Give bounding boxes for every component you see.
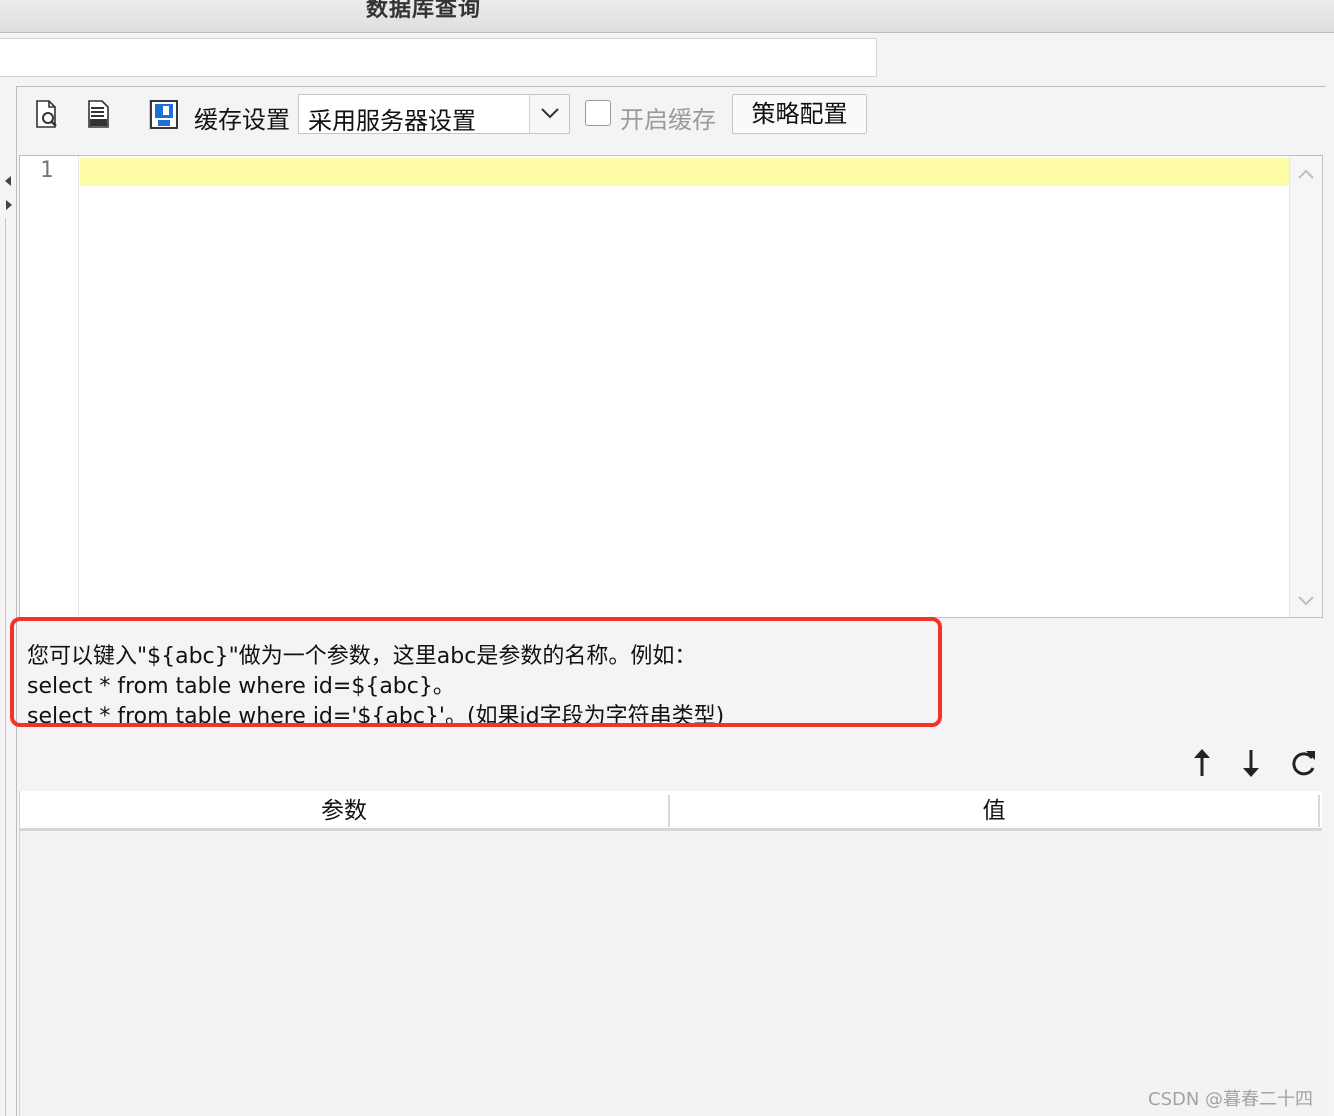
refresh-icon[interactable]: [1288, 746, 1318, 780]
expand-right-arrow-icon[interactable]: [6, 200, 12, 210]
strategy-config-button[interactable]: 策略配置: [732, 94, 867, 134]
watermark-text: CSDN @暮春二十四: [1148, 1089, 1314, 1110]
preview-icon[interactable]: [33, 98, 61, 130]
cache-settings-icon: [150, 100, 178, 129]
title-bar: 数据库查询: [0, 0, 1334, 33]
editor-vertical-scrollbar[interactable]: [1289, 156, 1322, 617]
enable-cache-checkbox[interactable]: [585, 100, 611, 126]
query-toolbar: 缓存设置 采用服务器设置 开启缓存 策略配置: [17, 90, 1317, 140]
cache-mode-select[interactable]: 采用服务器设置: [298, 94, 570, 135]
dataset-name-input[interactable]: [0, 38, 877, 77]
scroll-down-icon[interactable]: [1297, 595, 1315, 607]
column-header-value[interactable]: 值: [670, 791, 1318, 828]
sql-file-icon[interactable]: [85, 98, 113, 130]
sql-editor[interactable]: 1: [19, 155, 1323, 618]
scroll-up-icon[interactable]: [1297, 168, 1315, 180]
parameter-table: 参数 值: [19, 791, 1323, 1116]
left-pane-edge: [0, 218, 6, 1116]
line-number: 1: [40, 158, 54, 183]
left-collapse-strip: [0, 86, 17, 1116]
current-line-highlight: [80, 158, 1289, 186]
highlight-annotation-box: [10, 617, 942, 727]
line-number-gutter: 1: [20, 156, 79, 617]
database-query-dialog: 数据库查询 缓存设置 采用服务器设置 开启缓存 策略配置 1 您可以键入"${a…: [0, 0, 1334, 1116]
cache-settings-label: 缓存设置: [194, 106, 290, 134]
chevron-down-icon: [541, 108, 559, 119]
enable-cache-label: 开启缓存: [620, 106, 716, 134]
move-down-arrow-icon[interactable]: [1237, 746, 1265, 780]
column-header-parameter[interactable]: 参数: [20, 791, 668, 828]
collapse-left-arrow-icon[interactable]: [5, 176, 11, 186]
window-title: 数据库查询: [366, 0, 482, 22]
cache-mode-value: 采用服务器设置: [308, 107, 476, 135]
cache-mode-dropdown-button[interactable]: [529, 95, 569, 133]
parameter-table-header: 参数 值: [20, 791, 1322, 831]
move-up-arrow-icon[interactable]: [1188, 746, 1216, 780]
column-divider: [1318, 795, 1320, 827]
